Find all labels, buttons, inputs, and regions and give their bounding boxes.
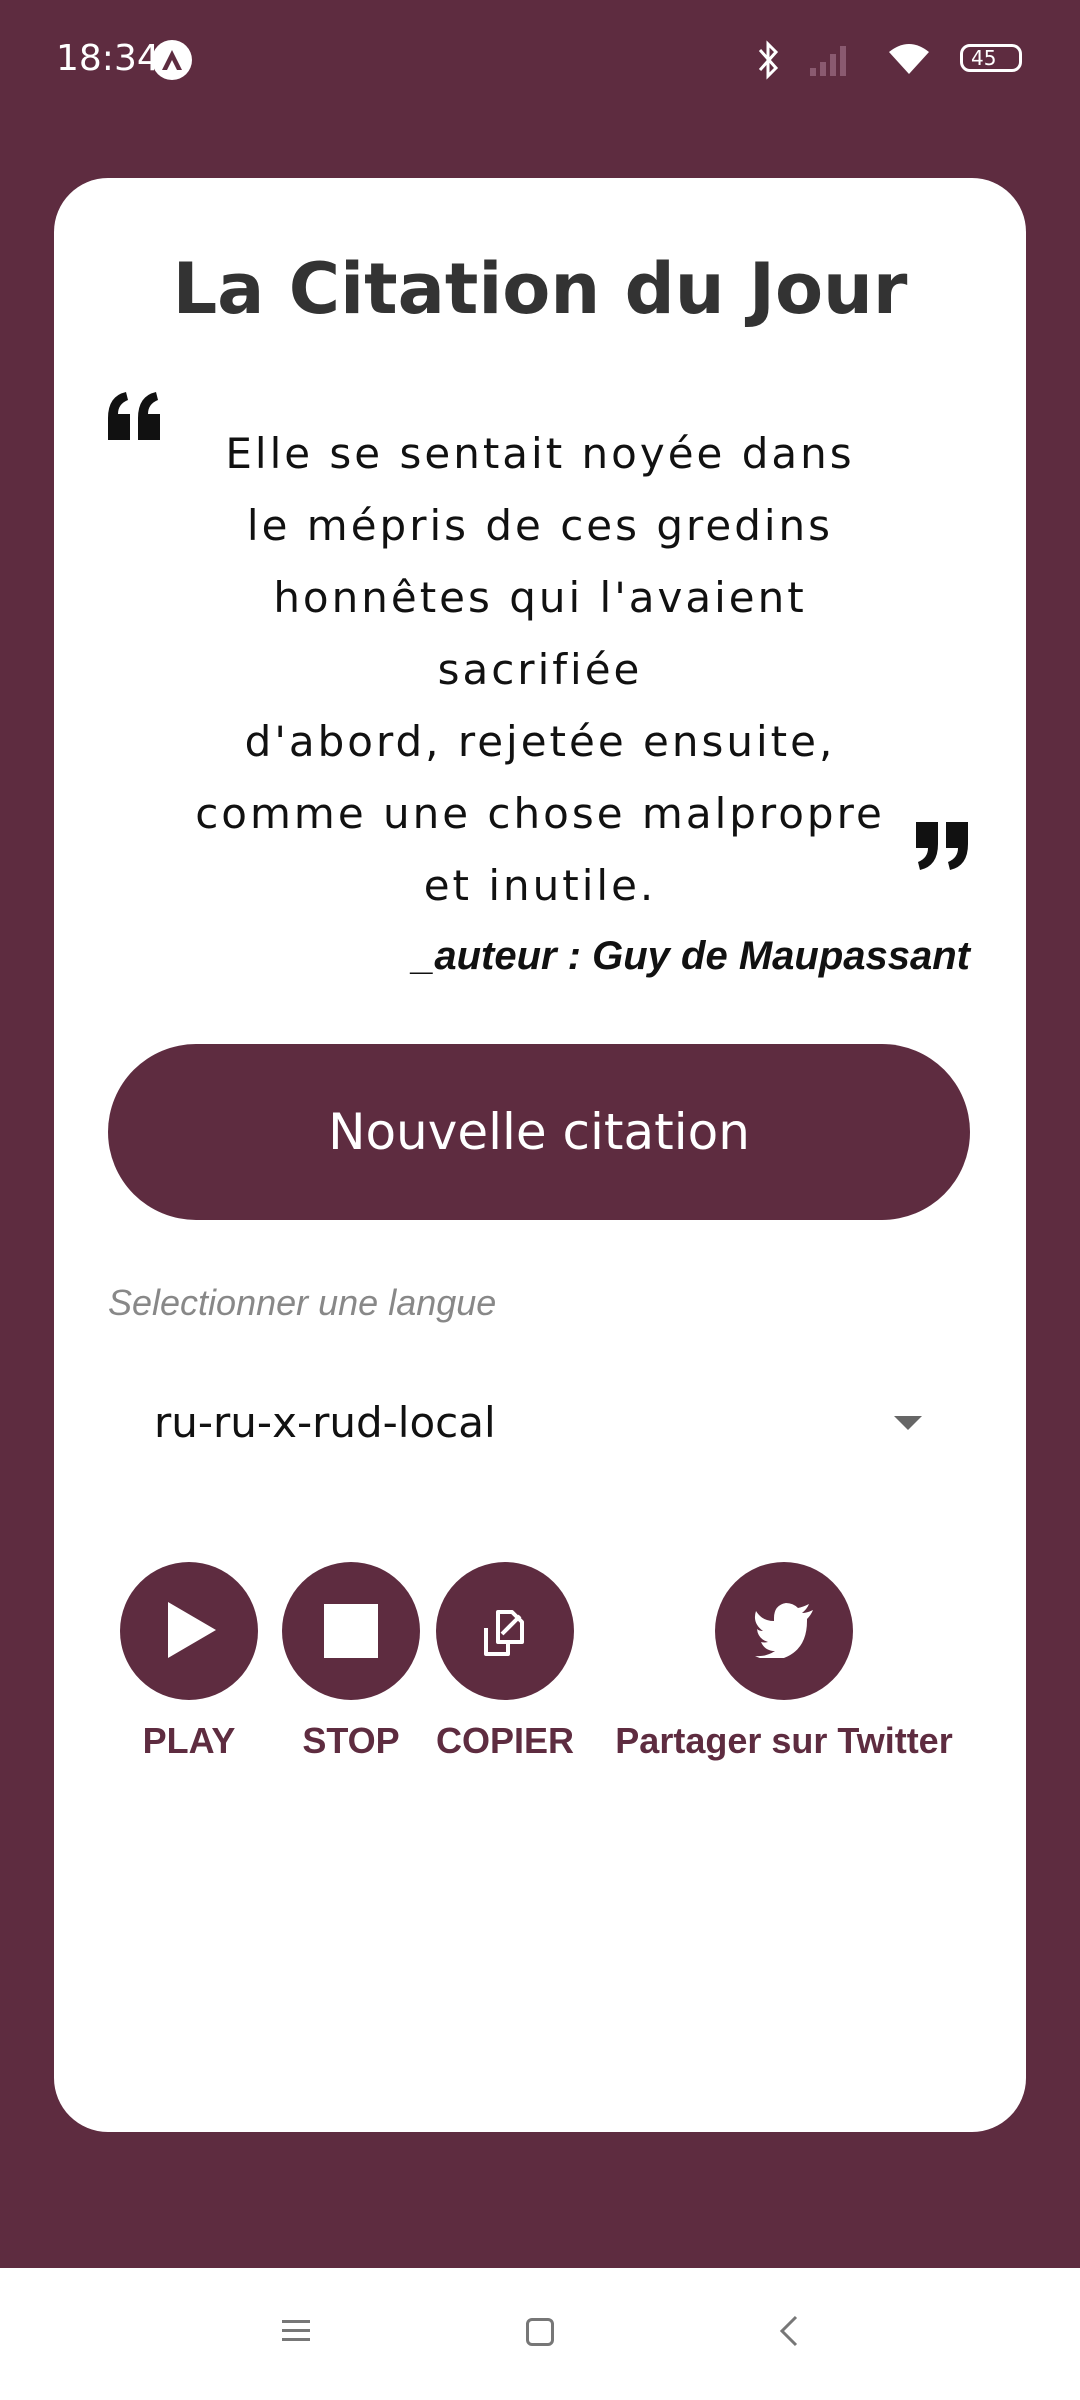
battery-icon: 45 [960, 44, 1022, 72]
copy-button[interactable]: COPIER [430, 1562, 580, 1762]
stop-button-circle[interactable] [282, 1562, 420, 1700]
signal-icon [808, 42, 852, 83]
dropdown-arrow-icon [894, 1416, 922, 1430]
navigation-bar [0, 2268, 1080, 2400]
stop-label: STOP [302, 1720, 400, 1761]
play-label: PLAY [142, 1720, 236, 1761]
twitter-button-circle[interactable] [715, 1562, 853, 1700]
play-icon [168, 1602, 216, 1658]
wifi-icon [886, 40, 932, 83]
app-notification-icon [152, 40, 192, 80]
share-twitter-button[interactable]: Partager sur Twitter [604, 1562, 964, 1762]
copy-icon [472, 1598, 538, 1669]
language-selected-value: ru-ru-x-rud-local [154, 1398, 496, 1447]
twitter-label: Partager sur Twitter [615, 1720, 953, 1761]
back-icon[interactable] [774, 2314, 804, 2353]
stop-button[interactable]: STOP [282, 1562, 420, 1762]
home-icon[interactable] [526, 2318, 554, 2346]
play-button[interactable]: PLAY [120, 1562, 258, 1762]
stop-icon [324, 1604, 378, 1658]
copy-button-circle[interactable] [436, 1562, 574, 1700]
quote-card: La Citation du Jour Elle se sentait noyé… [54, 178, 1026, 2132]
language-label: Selectionner une langue [108, 1282, 497, 1323]
quote-line: Elle se sentait noyée dans [225, 429, 855, 478]
status-bar: 18:34 45 [0, 0, 1080, 120]
quote-open-icon [104, 388, 164, 449]
page-title: La Citation du Jour [172, 248, 908, 330]
quote-line: et inutile. [423, 861, 657, 910]
quote-text: Elle se sentait noyée dans le mépris de … [164, 418, 916, 922]
quote-line: comme une chose malpropre [195, 789, 885, 838]
new-quote-button[interactable]: Nouvelle citation [108, 1044, 970, 1220]
quote-line: honnêtes qui l'avaient sacrifiée [273, 573, 807, 694]
quote-line: d'abord, rejetée ensuite, [244, 717, 836, 766]
copy-label: COPIER [435, 1720, 575, 1761]
menu-icon[interactable] [280, 2314, 312, 2351]
quote-author: _auteur : Guy de Maupassant [412, 934, 970, 978]
status-time: 18:34 [56, 38, 160, 79]
quote-close-icon [912, 818, 972, 879]
bluetooth-icon [754, 40, 782, 85]
language-dropdown[interactable]: ru-ru-x-rud-local [108, 1358, 970, 1478]
quote-line: le mépris de ces gredins [246, 501, 834, 550]
twitter-icon [753, 1602, 815, 1663]
play-button-circle[interactable] [120, 1562, 258, 1700]
